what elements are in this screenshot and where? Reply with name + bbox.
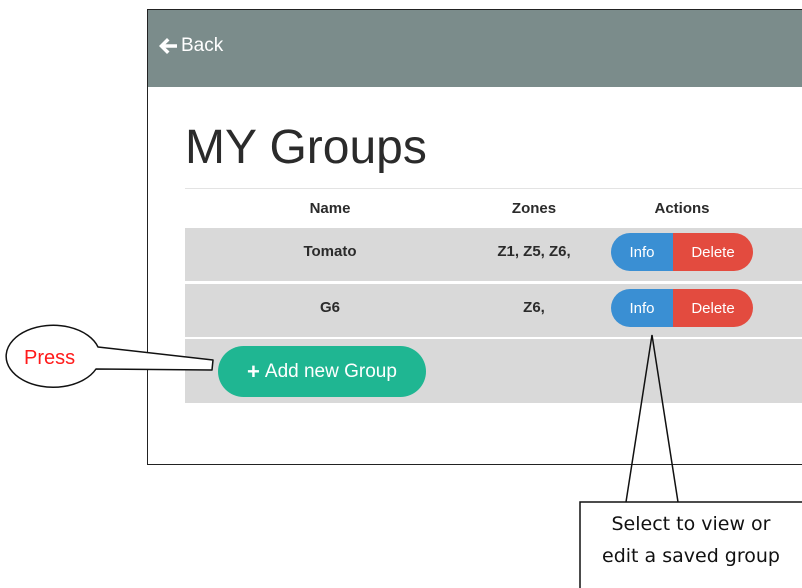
table-row: G6 Z6, Info Delete <box>185 284 802 337</box>
plus-icon: + <box>247 358 260 384</box>
callout-text: Select to view or edit a saved group <box>580 508 802 572</box>
table-footer-row: + Add new Group <box>185 339 802 403</box>
group-zones: Z1, Z5, Z6, <box>497 243 571 260</box>
add-new-group-button[interactable]: + Add new Group <box>218 346 426 397</box>
callout-line-2: edit a saved group <box>602 545 780 567</box>
table-row: Tomato Z1, Z5, Z6, Info Delete <box>185 228 802 281</box>
column-header-zones: Zones <box>511 200 557 217</box>
delete-button[interactable]: Delete <box>673 233 753 271</box>
arrow-left-icon <box>158 37 178 55</box>
info-button[interactable]: Info <box>611 289 673 327</box>
press-annotation: Press <box>24 347 76 369</box>
divider <box>185 188 802 189</box>
table-header: Name Zones Actions <box>185 190 802 226</box>
row-actions: Info Delete <box>611 233 753 271</box>
group-name: Tomato <box>303 243 357 260</box>
group-zones: Z6, <box>523 299 545 316</box>
callout-line-1: Select to view or <box>611 513 771 535</box>
page-title: MY Groups <box>185 121 427 174</box>
delete-button[interactable]: Delete <box>673 289 753 327</box>
top-bar: Back <box>148 10 802 87</box>
column-header-actions: Actions <box>654 200 710 217</box>
column-header-name: Name <box>309 200 351 217</box>
back-button[interactable]: Back <box>158 34 223 58</box>
row-actions: Info Delete <box>611 289 753 327</box>
app-window: Back MY Groups Name Zones Actions Tomato… <box>147 9 802 465</box>
back-label: Back <box>181 35 224 56</box>
info-button[interactable]: Info <box>611 233 673 271</box>
add-new-group-label: Add new Group <box>264 360 397 382</box>
group-name: G6 <box>319 299 341 316</box>
